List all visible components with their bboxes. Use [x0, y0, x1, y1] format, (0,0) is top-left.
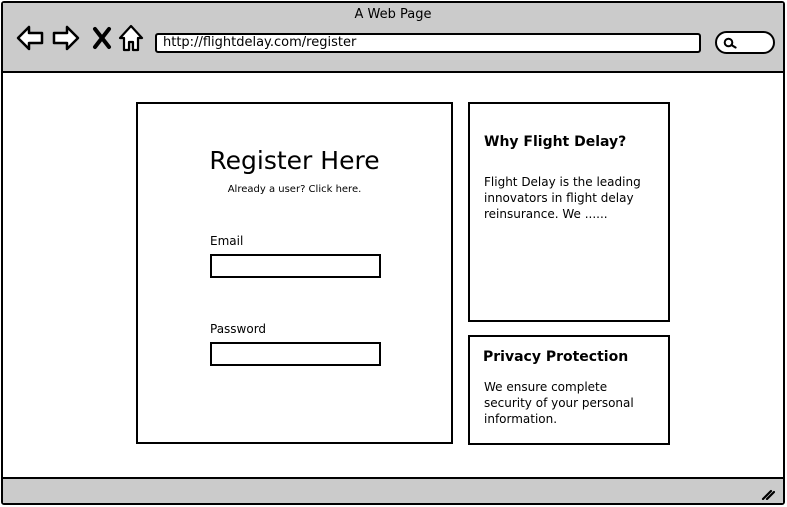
home-icon[interactable]: [118, 24, 144, 56]
search-icon: [723, 37, 737, 49]
login-link[interactable]: Already a user? Click here.: [138, 184, 451, 195]
why-body: Flight Delay is the leading innovators i…: [484, 175, 641, 221]
register-panel: Register Here Already a user? Click here…: [136, 102, 453, 444]
privacy-panel: Privacy Protection We ensure complete se…: [468, 335, 670, 445]
window-title: A Web Page: [354, 7, 432, 22]
privacy-body: We ensure complete security of your pers…: [484, 380, 634, 426]
why-panel: Why Flight Delay? Flight Delay is the le…: [468, 102, 670, 322]
search-box[interactable]: [715, 31, 775, 54]
email-label: Email: [210, 234, 244, 248]
why-heading: Why Flight Delay?: [484, 134, 627, 150]
password-label: Password: [210, 322, 267, 336]
browser-window: A Web Page http://flightdelay.com/regist…: [1, 1, 785, 505]
back-icon[interactable]: [15, 24, 45, 56]
close-icon[interactable]: [92, 26, 112, 54]
browser-chrome: A Web Page http://flightdelay.com/regist…: [3, 3, 783, 73]
status-bar: [3, 477, 783, 503]
email-field[interactable]: [210, 254, 381, 278]
resize-grip-icon[interactable]: [761, 485, 776, 504]
url-bar[interactable]: http://flightdelay.com/register: [155, 33, 701, 53]
privacy-heading: Privacy Protection: [483, 349, 629, 365]
password-field[interactable]: [210, 342, 381, 366]
register-title: Register Here: [209, 146, 380, 175]
forward-icon[interactable]: [51, 24, 81, 56]
